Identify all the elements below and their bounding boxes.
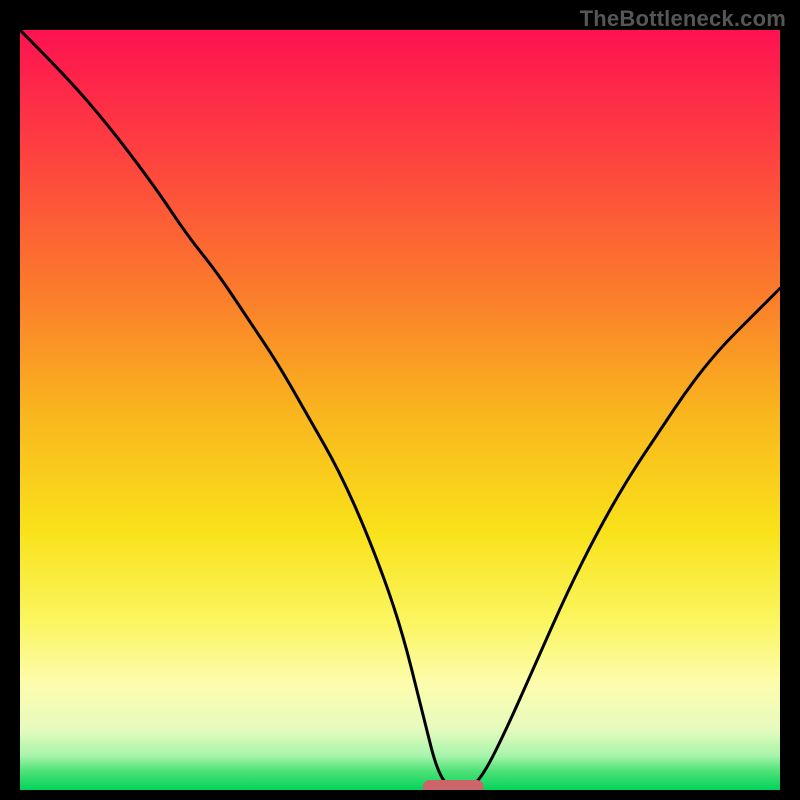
chart-frame: TheBottleneck.com	[0, 0, 800, 800]
watermark-text: TheBottleneck.com	[580, 6, 786, 32]
optimal-marker	[423, 780, 484, 790]
gradient-background	[20, 30, 780, 790]
bottleneck-chart	[20, 30, 780, 790]
